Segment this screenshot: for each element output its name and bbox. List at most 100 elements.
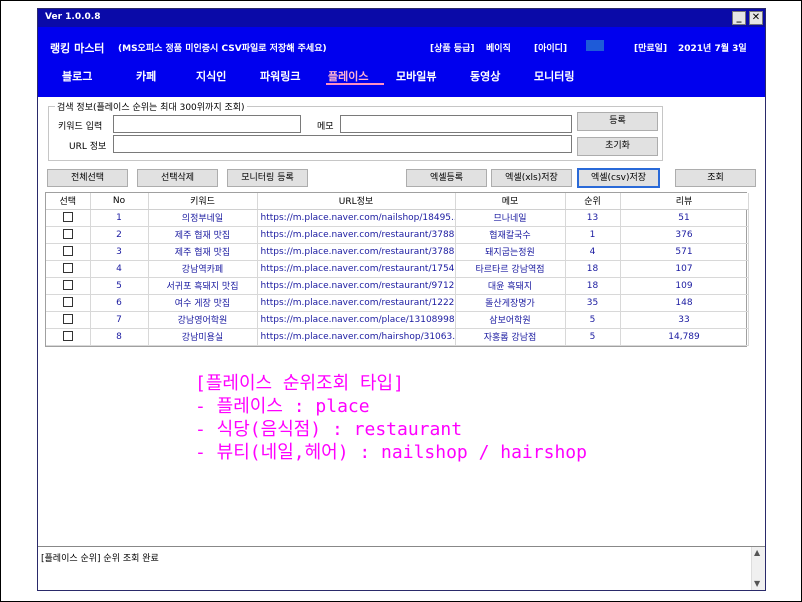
- select-all-button[interactable]: 전체선택: [47, 169, 128, 187]
- row-keyword: 서귀포 흑돼지 맛집: [148, 277, 258, 295]
- row-rank: 1: [565, 226, 621, 244]
- row-rank: 18: [565, 277, 621, 295]
- menu-active-underline: [326, 83, 384, 85]
- row-keyword: 강남역카페: [148, 260, 258, 278]
- table-row[interactable]: 1 의정부네일 https://m.place.naver.com/nailsh…: [46, 209, 749, 227]
- register-button[interactable]: 등록: [577, 112, 658, 131]
- table-header-row: 선택 No 키워드 URL정보 메모 순위 리뷰: [46, 193, 749, 210]
- row-keyword: 강남영어학원: [148, 311, 258, 329]
- monitoring-register-button[interactable]: 모니터링 등록: [227, 169, 308, 187]
- row-no: 8: [90, 328, 149, 346]
- app-window: Ver 1.0.0.8 _ ✕ 랭킹 마스터 (MS오피스 정품 미인증시 CS…: [37, 8, 766, 591]
- menu-blog[interactable]: 블로그: [62, 68, 92, 84]
- col-select[interactable]: 선택: [46, 193, 91, 210]
- row-checkbox[interactable]: [62, 331, 73, 342]
- row-keyword: 제주 협재 맛집: [148, 243, 258, 261]
- row-review: 571: [620, 243, 749, 261]
- row-keyword: 의정부네일: [148, 209, 258, 227]
- col-keyword[interactable]: 키워드: [148, 193, 258, 210]
- delete-selected-button[interactable]: 선택삭제: [137, 169, 218, 187]
- close-button[interactable]: ✕: [749, 11, 763, 25]
- reset-button[interactable]: 초기화: [577, 137, 658, 156]
- title-bar: Ver 1.0.0.8 _ ✕: [38, 9, 765, 27]
- row-url: https://m.place.naver.com/restaurant/971…: [257, 277, 456, 295]
- row-review: 148: [620, 294, 749, 312]
- row-checkbox[interactable]: [62, 297, 73, 308]
- col-no[interactable]: No: [90, 193, 149, 210]
- col-memo[interactable]: 메모: [455, 193, 566, 210]
- table-row[interactable]: 7 강남영어학원 https://m.place.naver.com/place…: [46, 311, 749, 329]
- annotation-line-4: - 뷰티(네일,헤어) : nailshop / hairshop: [195, 442, 587, 463]
- minimize-button[interactable]: _: [732, 11, 746, 25]
- excel-register-button[interactable]: 엑셀등록: [406, 169, 487, 187]
- table-row[interactable]: 3 제주 협재 맛집 https://m.place.naver.com/res…: [46, 243, 749, 261]
- col-rank[interactable]: 순위: [565, 193, 621, 210]
- scroll-down-icon[interactable]: ▼: [754, 579, 760, 588]
- row-rank: 5: [565, 311, 621, 329]
- table-row[interactable]: 5 서귀포 흑돼지 맛집 https://m.place.naver.com/r…: [46, 277, 749, 295]
- excel-xls-save-button[interactable]: 엑셀(xls)저장: [491, 169, 572, 187]
- row-checkbox[interactable]: [62, 229, 73, 240]
- row-memo: 타르타르 강남역점: [455, 260, 566, 278]
- menu-monitoring[interactable]: 모니터링: [534, 68, 574, 84]
- menu-cafe[interactable]: 카페: [136, 68, 156, 84]
- row-review: 107: [620, 260, 749, 278]
- memo-label: 메모: [317, 122, 334, 132]
- row-memo: 협재칼국수: [455, 226, 566, 244]
- app-subtitle: (MS오피스 정품 미인증시 CSV파일로 저장해 주세요): [118, 44, 327, 54]
- scroll-up-icon[interactable]: ▲: [754, 548, 760, 557]
- search-group-title: 검색 정보(플레이스 순위는 최대 300위까지 조회): [55, 100, 247, 113]
- row-memo: 돼지굽는정원: [455, 243, 566, 261]
- log-panel[interactable]: [플레이스 순위] 순위 조회 완료 ▲ ▼: [38, 546, 765, 590]
- id-label: [아이디]: [534, 44, 568, 54]
- row-checkbox[interactable]: [62, 246, 73, 257]
- row-url: https://m.place.naver.com/restaurant/378…: [257, 226, 456, 244]
- keyword-label: 키워드 입력: [58, 122, 103, 132]
- table-row[interactable]: 2 제주 협재 맛집 https://m.place.naver.com/res…: [46, 226, 749, 244]
- menu-video[interactable]: 동영상: [470, 68, 500, 84]
- menu-mobileview[interactable]: 모바일뷰: [396, 68, 436, 84]
- app-title: 랭킹 마스터: [50, 42, 105, 55]
- row-memo: 삼보어학원: [455, 311, 566, 329]
- row-review: 109: [620, 277, 749, 295]
- url-input[interactable]: [113, 135, 572, 153]
- row-checkbox[interactable]: [62, 280, 73, 291]
- excel-csv-save-button[interactable]: 엑셀(csv)저장: [577, 168, 660, 188]
- row-rank: 13: [565, 209, 621, 227]
- row-checkbox[interactable]: [62, 314, 73, 325]
- row-keyword: 강남미용실: [148, 328, 258, 346]
- keyword-input[interactable]: [113, 115, 301, 133]
- grade-value: 베이직: [486, 44, 511, 54]
- row-url: https://m.place.naver.com/nailshop/18495…: [257, 209, 456, 227]
- row-no: 6: [90, 294, 149, 312]
- row-keyword: 여수 게장 맛집: [148, 294, 258, 312]
- row-url: https://m.place.naver.com/hairshop/31063…: [257, 328, 456, 346]
- row-url: https://m.place.naver.com/place/13108998…: [257, 311, 456, 329]
- annotation-line-1: [플레이스 순위조회 타입]: [195, 373, 404, 394]
- row-keyword: 제주 협재 맛집: [148, 226, 258, 244]
- row-checkbox[interactable]: [62, 212, 73, 223]
- row-no: 3: [90, 243, 149, 261]
- menu-kin[interactable]: 지식인: [196, 68, 226, 84]
- row-review: 51: [620, 209, 749, 227]
- log-scrollbar[interactable]: ▲ ▼: [751, 547, 765, 590]
- row-rank: 35: [565, 294, 621, 312]
- annotation-line-2: - 플레이스 : place: [195, 396, 370, 417]
- row-checkbox[interactable]: [62, 263, 73, 274]
- menu-place[interactable]: 플레이스: [328, 68, 368, 84]
- row-rank: 18: [565, 260, 621, 278]
- table-row[interactable]: 8 강남미용실 https://m.place.naver.com/hairsh…: [46, 328, 749, 346]
- annotation-line-3: - 식당(음식점) : restaurant: [195, 419, 463, 440]
- table-row[interactable]: 6 여수 게장 맛집 https://m.place.naver.com/res…: [46, 294, 749, 312]
- grade-label: [상품 등급]: [430, 44, 475, 54]
- memo-input[interactable]: [340, 115, 572, 133]
- row-review: 33: [620, 311, 749, 329]
- row-memo: 므나네일: [455, 209, 566, 227]
- id-value-masked: [586, 40, 604, 51]
- url-label: URL 정보: [69, 142, 107, 152]
- col-review[interactable]: 리뷰: [620, 193, 749, 210]
- col-url[interactable]: URL정보: [257, 193, 456, 210]
- query-button[interactable]: 조회: [675, 169, 756, 187]
- table-row[interactable]: 4 강남역카페 https://m.place.naver.com/restau…: [46, 260, 749, 278]
- menu-powerlink[interactable]: 파워링크: [260, 68, 300, 84]
